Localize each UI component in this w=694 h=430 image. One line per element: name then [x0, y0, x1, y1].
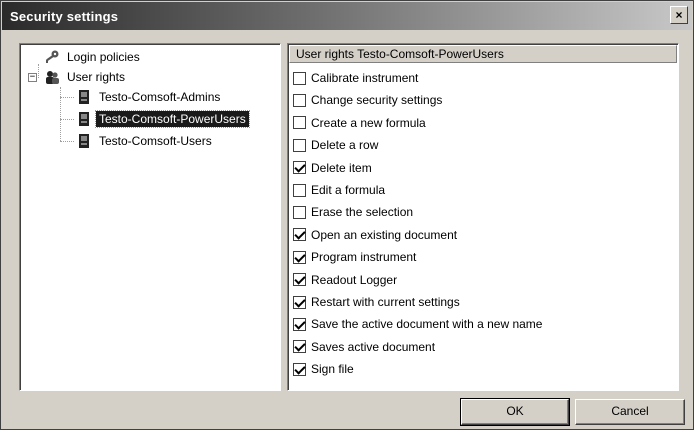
right-checkbox[interactable] — [293, 205, 306, 219]
tree-connector — [38, 64, 39, 78]
right-checkbox[interactable] — [293, 362, 306, 376]
tree-node-label: Testo-Comsoft-PowerUsers — [95, 110, 250, 128]
tree-node-login-policies[interactable]: Login policies — [44, 48, 143, 66]
right-row[interactable]: Delete a row — [291, 134, 675, 156]
right-checkbox[interactable] — [293, 183, 306, 197]
right-label: Readout Logger — [311, 272, 398, 287]
user-icon — [76, 111, 92, 127]
right-label: Create a new formula — [311, 115, 426, 130]
right-checkbox[interactable] — [293, 161, 306, 175]
right-row[interactable]: Program instrument — [291, 246, 675, 268]
right-label: Change security settings — [311, 93, 443, 108]
window-title: Security settings — [10, 8, 119, 24]
users-group-icon — [44, 69, 60, 85]
right-checkbox[interactable] — [293, 138, 306, 152]
user-icon — [76, 133, 92, 149]
tree-node-admins[interactable]: Testo-Comsoft-Admins — [76, 88, 223, 106]
right-label: Saves active document — [311, 339, 436, 354]
tree-node-powerusers[interactable]: Testo-Comsoft-PowerUsers — [76, 110, 250, 128]
key-icon — [44, 49, 60, 65]
tree-node-label: User rights — [67, 70, 126, 84]
title-bar[interactable]: Security settings × — [2, 2, 692, 30]
user-tree[interactable]: Login policies − User rights Testo-Comso… — [19, 43, 281, 391]
right-row[interactable]: Delete item — [291, 157, 675, 179]
rights-column-header[interactable]: User rights Testo-Comsoft-PowerUsers — [289, 45, 677, 63]
right-label: Restart with current settings — [311, 295, 460, 309]
security-settings-dialog: Security settings × Login policies − Use… — [0, 0, 694, 430]
right-row[interactable]: Readout Logger — [291, 269, 675, 291]
right-row[interactable]: Create a new formula — [291, 112, 675, 134]
right-label: Delete item — [311, 160, 372, 175]
right-label: Program instrument — [311, 250, 417, 265]
right-row[interactable]: Edit a formula — [291, 179, 675, 201]
right-checkbox[interactable] — [293, 116, 306, 130]
tree-connector — [60, 119, 74, 120]
right-checkbox[interactable] — [293, 228, 306, 242]
cancel-button[interactable]: Cancel — [575, 399, 685, 425]
right-row[interactable]: Saves active document — [291, 336, 675, 358]
right-row[interactable]: Erase the selection — [291, 201, 675, 223]
right-label: Calibrate instrument — [311, 71, 419, 85]
rights-list[interactable]: User rights Testo-Comsoft-PowerUsers Cal… — [287, 43, 679, 391]
right-checkbox[interactable] — [293, 273, 306, 287]
collapse-toggle[interactable]: − — [28, 73, 37, 82]
tree-node-label: Testo-Comsoft-Admins — [99, 90, 221, 104]
right-label: Delete a row — [311, 138, 379, 153]
right-label: Open an existing document — [311, 227, 458, 242]
ok-button[interactable]: OK — [460, 398, 570, 426]
tree-node-label: Testo-Comsoft-Users — [99, 134, 212, 148]
right-checkbox[interactable] — [293, 317, 306, 331]
right-row[interactable]: Change security settings — [291, 89, 675, 111]
right-row[interactable]: Sign file — [291, 358, 675, 380]
tree-connector — [60, 97, 74, 98]
right-checkbox[interactable] — [293, 71, 306, 85]
right-label: Sign file — [311, 362, 354, 377]
right-label: Save the active document with a new name — [311, 317, 543, 332]
right-label: Edit a formula — [311, 183, 386, 197]
user-icon — [76, 89, 92, 105]
right-row[interactable]: Restart with current settings — [291, 291, 675, 313]
tree-node-users[interactable]: Testo-Comsoft-Users — [76, 132, 215, 150]
right-row[interactable]: Save the active document with a new name — [291, 313, 675, 335]
right-checkbox[interactable] — [293, 250, 306, 264]
tree-connector — [60, 87, 61, 141]
tree-node-user-rights[interactable]: User rights — [44, 68, 128, 86]
right-checkbox[interactable] — [293, 340, 306, 354]
right-label: Erase the selection — [311, 205, 414, 220]
close-button[interactable]: × — [670, 6, 688, 24]
right-checkbox[interactable] — [293, 93, 306, 107]
right-row[interactable]: Open an existing document — [291, 224, 675, 246]
tree-connector — [60, 141, 74, 142]
right-row[interactable]: Calibrate instrument — [291, 67, 675, 89]
tree-node-label: Login policies — [67, 50, 140, 64]
right-checkbox[interactable] — [293, 295, 306, 309]
